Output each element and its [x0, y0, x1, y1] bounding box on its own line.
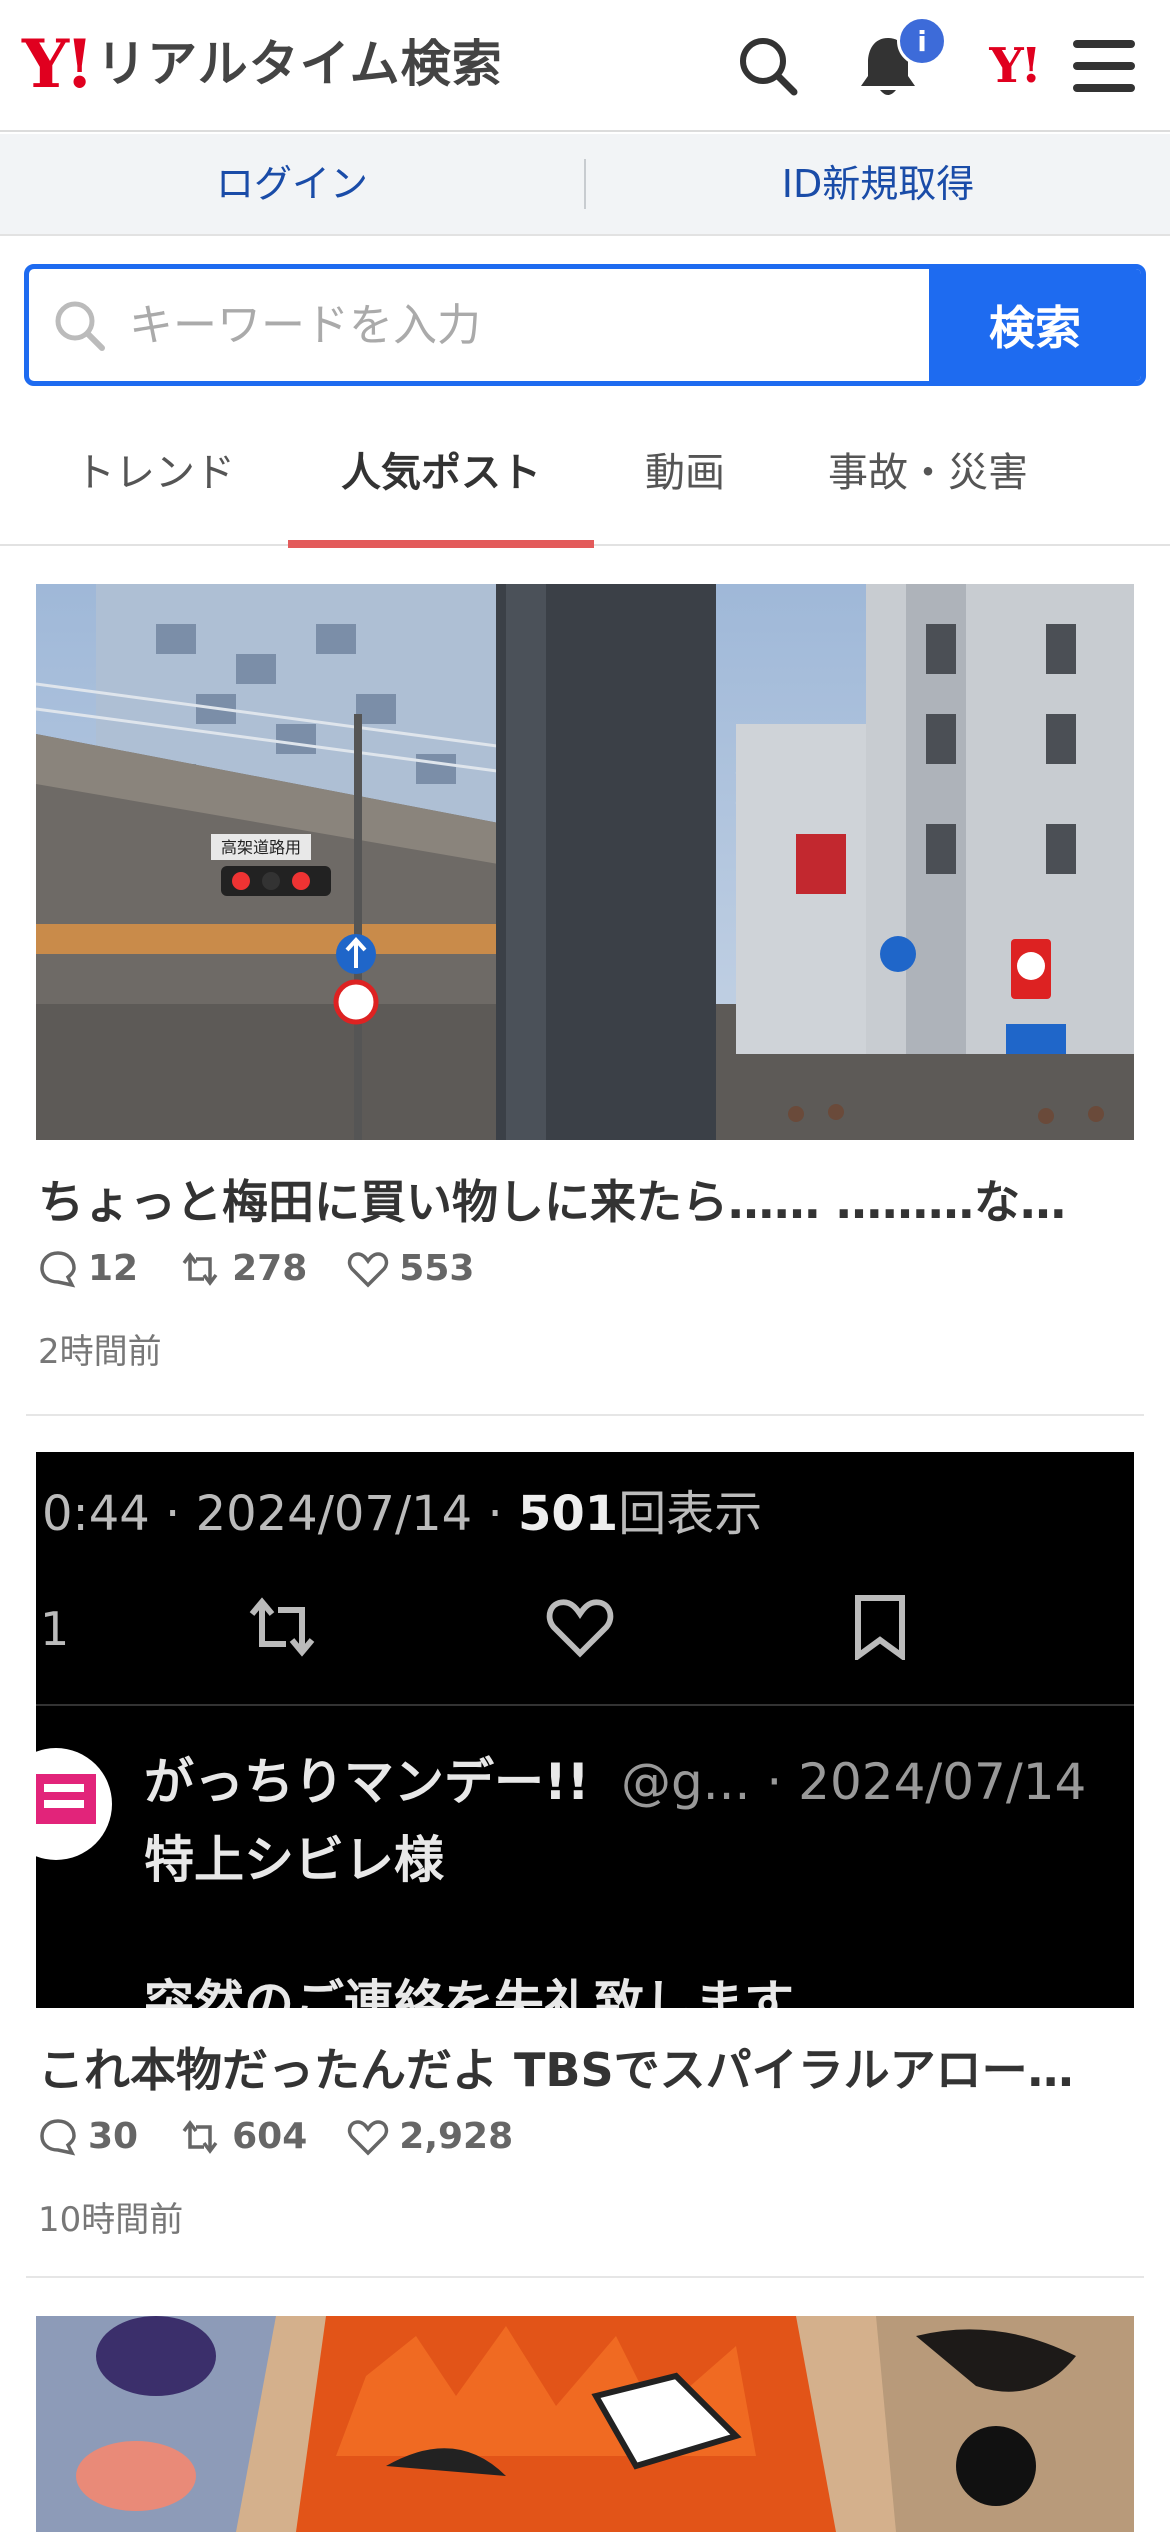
screenshot-repost-icon: [249, 1597, 315, 1657]
search-input[interactable]: [129, 269, 929, 381]
screenshot-divider: [36, 1704, 1134, 1706]
reply-count-value: 30: [88, 2116, 139, 2157]
screenshot-author: がっちりマンデー!!: [144, 1753, 590, 1811]
screenshot-meta-prefix: 0:44 · 2024/07/14 ·: [42, 1486, 518, 1542]
post-stats: 30 604 2,928: [38, 2116, 553, 2157]
like-count-value: 2,928: [399, 2116, 514, 2157]
yahoo-top-link[interactable]: Y!: [966, 26, 1062, 106]
reply-count[interactable]: 30: [38, 2116, 138, 2157]
traffic-sign-text: 高架道路用: [221, 838, 301, 857]
screenshot-meta-line: 0:44 · 2024/07/14 · 501回表示: [42, 1474, 762, 1544]
like-count[interactable]: 2,928: [347, 2116, 513, 2157]
post-image[interactable]: 高架道路用: [36, 584, 1134, 1140]
notification-badge: i: [897, 16, 947, 66]
repost-count[interactable]: 278: [178, 1248, 307, 1289]
search-button[interactable]: 検索: [929, 269, 1141, 381]
like-count[interactable]: 553: [347, 1248, 474, 1289]
screenshot-line-2: 突然のご連絡を失礼致します。: [144, 1975, 839, 2008]
reply-icon: [40, 2118, 76, 2155]
post-title[interactable]: これ本物だったんだよ TBSでスパイラルアロー…: [38, 2034, 1138, 2100]
post-stats: 12 278 553: [38, 1248, 514, 1289]
login-bar: ログイン ID新規取得: [0, 134, 1170, 236]
yahoo-logo-mark: Y!: [22, 25, 94, 103]
reply-count[interactable]: 12: [38, 1248, 138, 1289]
category-tabs: トレンド 人気ポスト 動画 事故・災害: [0, 400, 1170, 548]
screenshot-views-suffix: 回表示: [618, 1486, 763, 1542]
heart-icon: [348, 1251, 389, 1287]
screenshot-author-line: がっちりマンデー!! @g... · 2024/07/14: [144, 1742, 1086, 1814]
reply-count-value: 12: [88, 1248, 139, 1289]
post-title[interactable]: ちょっと梅田に買い物しに来たら…… ………な…: [38, 1166, 1138, 1232]
tab-video[interactable]: 動画: [612, 400, 758, 546]
post-divider: [26, 2276, 1144, 2278]
screenshot-avatar: [36, 1748, 112, 1860]
page-title: リアルタイム検索: [96, 35, 503, 93]
signup-link[interactable]: ID新規取得: [586, 133, 1170, 235]
tab-popular-posts[interactable]: 人気ポスト: [288, 400, 594, 548]
screenshot-views: 501: [518, 1486, 619, 1542]
tab-trend[interactable]: トレンド: [40, 400, 270, 546]
screenshot-handle-date: @g... · 2024/07/14: [621, 1753, 1087, 1811]
screenshot-line-1: 特上シビレ様: [144, 1831, 444, 1889]
screenshot-bookmark-icon: [855, 1595, 905, 1660]
post-divider: [26, 1414, 1144, 1416]
post-timestamp: 2時間前: [38, 1332, 162, 1372]
screenshot-heart-icon: [546, 1599, 614, 1658]
tab-accidents-disasters[interactable]: 事故・災害: [790, 400, 1066, 546]
reply-icon: [40, 1250, 76, 1287]
post-timestamp: 10時間前: [38, 2200, 184, 2240]
search-icon[interactable]: [728, 26, 808, 106]
post-image[interactable]: [36, 2316, 1134, 2532]
screenshot-reply-count: 1: [40, 1602, 70, 1656]
search-box: 検索: [24, 264, 1146, 386]
app-header: Y! リアルタイム検索 i Y!: [0, 0, 1170, 132]
post-card[interactable]: [0, 2316, 1170, 2532]
like-count-value: 553: [399, 1248, 475, 1289]
menu-icon[interactable]: [1064, 26, 1144, 106]
yahoo-mini-logo: Y!: [989, 38, 1041, 94]
heart-icon: [348, 2119, 389, 2155]
post-card[interactable]: 高架道路用 ちょっと梅田に買い物しに来たら…… ………な… 12 278 553: [0, 584, 1170, 1414]
yahoo-logo[interactable]: Y! リアルタイム検索: [22, 28, 503, 100]
login-link[interactable]: ログイン: [0, 133, 584, 235]
post-image[interactable]: 0:44 · 2024/07/14 · 501回表示 1 がっちりマンデー!! …: [36, 1452, 1134, 2008]
post-card[interactable]: 0:44 · 2024/07/14 · 501回表示 1 がっちりマンデー!! …: [0, 1452, 1170, 2282]
search-field-icon: [29, 269, 129, 381]
repost-icon: [182, 2119, 218, 2154]
repost-count-value: 278: [232, 1248, 308, 1289]
repost-count[interactable]: 604: [178, 2116, 307, 2157]
repost-icon: [182, 1251, 218, 1286]
repost-count-value: 604: [232, 2116, 308, 2157]
